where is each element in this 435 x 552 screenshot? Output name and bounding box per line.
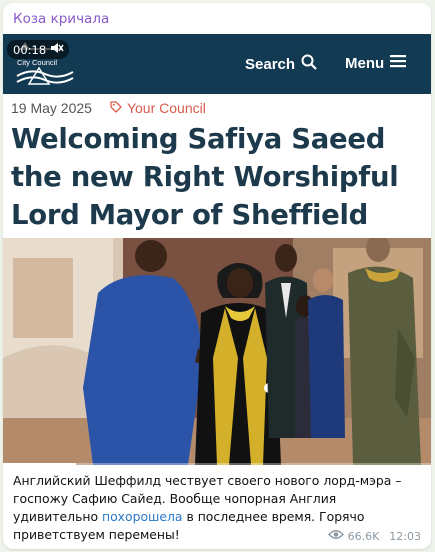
message-time: 12:03	[389, 529, 421, 543]
hamburger-icon	[390, 54, 407, 72]
mute-icon[interactable]	[50, 42, 64, 57]
message-bubble: Коза кричала City Council 00:18 Search M…	[3, 3, 431, 549]
category-label: Your Council	[126, 100, 206, 116]
site-header: City Council 00:18 Search Menu	[3, 34, 431, 94]
video-timestamp[interactable]: 00:18	[7, 40, 70, 59]
article-date: 19 May 2025	[11, 100, 92, 116]
video-time-label: 00:18	[13, 42, 47, 57]
caption-link[interactable]: похорошела	[102, 509, 183, 524]
search-link: Search	[245, 54, 317, 74]
article-category: Your Council	[110, 100, 206, 116]
video-player[interactable]: City Council 00:18 Search Menu 19 May 20…	[3, 34, 431, 465]
menu-link: Menu	[345, 54, 407, 72]
logo-text: City Council	[17, 58, 58, 67]
eye-icon	[327, 529, 344, 543]
article-headline: Welcoming Safiya Saeed the new Right Wor…	[11, 123, 399, 231]
views-counter: 66.6K	[327, 529, 380, 543]
video-progress-fill	[3, 463, 76, 465]
video-progress-bar[interactable]	[3, 463, 431, 465]
search-icon	[301, 54, 317, 74]
ceremony-photo	[3, 234, 431, 465]
message-meta: 66.6K 12:03	[327, 529, 421, 543]
channel-name[interactable]: Коза кричала	[13, 11, 109, 27]
article-meta: 19 May 2025 Your Council	[11, 100, 206, 116]
search-label: Search	[245, 55, 296, 73]
menu-label: Menu	[345, 54, 385, 72]
tag-icon	[110, 100, 122, 116]
views-count: 66.6K	[347, 529, 380, 543]
